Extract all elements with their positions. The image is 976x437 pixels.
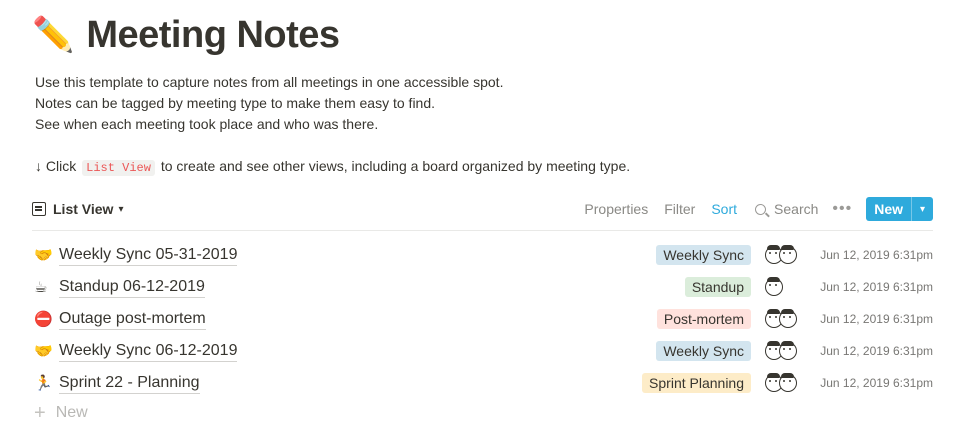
list-item-properties: Sprint Planning Jun 12, 2019 6:31pm	[642, 373, 933, 393]
hint-suffix: to create and see other views, including…	[160, 158, 631, 174]
hint-prefix: ↓ Click	[35, 158, 77, 174]
page-title[interactable]: Meeting Notes	[86, 14, 340, 57]
created-date: Jun 12, 2019 6:31pm	[820, 248, 933, 262]
attendees[interactable]	[765, 373, 801, 392]
avatar	[779, 309, 797, 328]
avatar	[779, 373, 797, 392]
pencil-icon: ✏️	[32, 15, 75, 55]
list-item[interactable]: 🏃 Sprint 22 - Planning Sprint Planning Jun …	[32, 367, 933, 399]
created-date: Jun 12, 2019 6:31pm	[820, 280, 933, 294]
attendees[interactable]	[765, 309, 801, 328]
list-item-properties: Weekly Sync Jun 12, 2019 6:31pm	[656, 245, 933, 265]
add-new-row-button[interactable]: + New	[34, 403, 88, 423]
more-options-icon[interactable]: •••	[832, 200, 852, 218]
list-item[interactable]: ☕ Standup 06-12-2019 Standup Jun 12, 2019 6…	[32, 271, 933, 303]
add-new-label: New	[55, 404, 88, 421]
toolbar-actions: Properties Filter Sort Search ••• New ▾	[568, 197, 933, 221]
search-button[interactable]: Search	[755, 201, 818, 217]
list-item-properties: Weekly Sync Jun 12, 2019 6:31pm	[656, 341, 933, 361]
properties-button[interactable]: Properties	[584, 201, 648, 217]
attendees[interactable]	[765, 277, 801, 296]
avatar	[765, 277, 783, 296]
plus-icon: +	[34, 402, 46, 424]
meeting-type-tag[interactable]: Standup	[684, 277, 751, 297]
created-date: Jun 12, 2019 6:31pm	[820, 344, 933, 358]
list-item-title[interactable]: Sprint 22 - Planning	[59, 373, 200, 394]
view-hint: ↓ Click List View to create and see othe…	[35, 156, 630, 179]
search-icon	[755, 203, 767, 215]
list-item[interactable]: 🤝 Weekly Sync 06-12-2019 Weekly Sync Jun 12…	[32, 335, 933, 367]
description-line: Notes can be tagged by meeting type to m…	[35, 95, 436, 111]
list-item[interactable]: ⛔ Outage post-mortem Post-mortem Jun 12, 20…	[32, 303, 933, 335]
attendees[interactable]	[765, 245, 801, 264]
meeting-type-tag[interactable]: Weekly Sync	[656, 245, 751, 265]
view-label: List View	[53, 201, 114, 217]
avatar	[779, 341, 797, 360]
view-switcher[interactable]: List View ▾	[32, 201, 123, 217]
new-button[interactable]: New	[866, 197, 911, 221]
toolbar-divider	[32, 230, 933, 231]
meeting-type-tag[interactable]: Weekly Sync	[656, 341, 751, 361]
list-item-properties: Post-mortem Jun 12, 2019 6:31pm	[656, 309, 933, 329]
meeting-type-tag[interactable]: Post-mortem	[656, 309, 751, 329]
page-emoji-icon: 🤝	[34, 342, 53, 360]
list-icon	[32, 202, 46, 216]
new-dropdown-chevron-icon[interactable]: ▾	[911, 197, 933, 221]
list-item-title[interactable]: Weekly Sync 05-31-2019	[59, 245, 238, 266]
page-header: ✏️ Meeting Notes	[32, 10, 340, 60]
sort-button[interactable]: Sort	[711, 201, 737, 217]
filter-button[interactable]: Filter	[664, 201, 695, 217]
meeting-type-tag[interactable]: Sprint Planning	[642, 373, 751, 393]
description-line: Use this template to capture notes from …	[35, 74, 504, 90]
page-emoji-icon: 🏃	[34, 374, 53, 392]
description-line: See when each meeting took place and who…	[35, 116, 379, 132]
list-view: 🤝 Weekly Sync 05-31-2019 Weekly Sync Jun 12…	[32, 239, 933, 399]
search-label: Search	[774, 201, 819, 217]
page-emoji-icon: ⛔	[34, 310, 53, 328]
page-description: Use this template to capture notes from …	[35, 72, 503, 135]
new-button-group: New ▾	[866, 197, 933, 221]
chevron-down-icon: ▾	[118, 203, 124, 215]
avatar	[779, 245, 797, 264]
list-item-title[interactable]: Outage post-mortem	[59, 309, 206, 330]
attendees[interactable]	[765, 341, 801, 360]
list-item[interactable]: 🤝 Weekly Sync 05-31-2019 Weekly Sync Jun 12…	[32, 239, 933, 271]
list-item-title[interactable]: Standup 06-12-2019	[59, 277, 205, 298]
hint-code: List View	[82, 160, 155, 176]
created-date: Jun 12, 2019 6:31pm	[820, 376, 933, 390]
page-emoji-icon: ☕	[34, 278, 48, 296]
list-item-properties: Standup Jun 12, 2019 6:31pm	[684, 277, 933, 297]
database-toolbar: List View ▾ Properties Filter Sort Searc…	[32, 195, 933, 223]
page-emoji-icon: 🤝	[34, 246, 53, 264]
created-date: Jun 12, 2019 6:31pm	[820, 312, 933, 326]
list-item-title[interactable]: Weekly Sync 06-12-2019	[59, 341, 238, 362]
